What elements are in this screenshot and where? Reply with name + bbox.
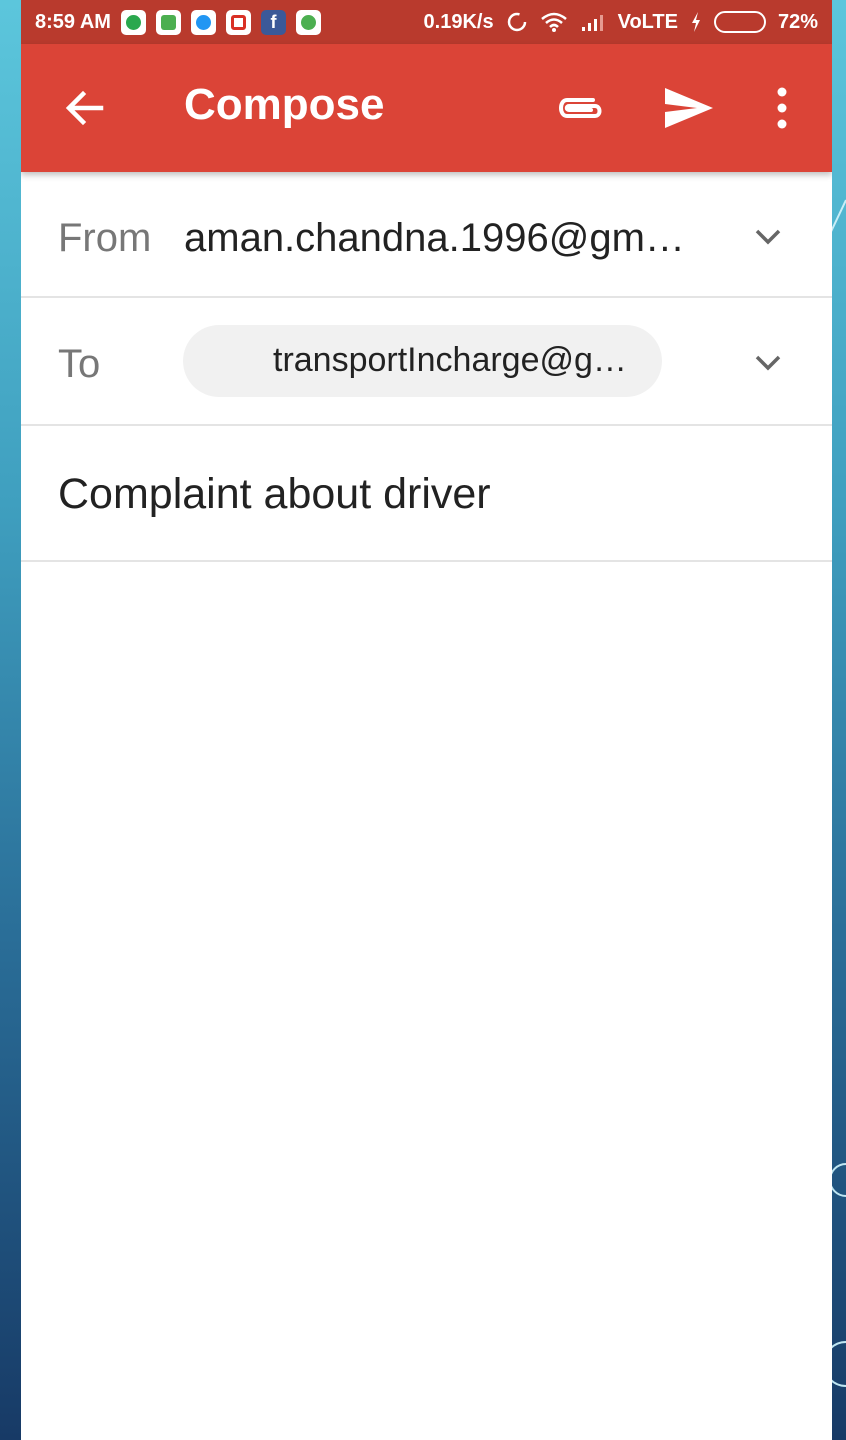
status-bar: 8:59 AM f 0.19K/s VoLTE 72%: [21, 0, 832, 44]
android-icon: [295, 9, 321, 35]
hangouts-icon: [120, 9, 146, 35]
to-label: To: [58, 342, 101, 386]
charging-icon: [691, 12, 700, 32]
from-field[interactable]: From aman.chandna.1996@gm…: [21, 172, 832, 298]
signal-icon: [581, 15, 603, 31]
facebook-icon: f: [260, 9, 286, 35]
subject-field[interactable]: Complaint about driver: [21, 426, 832, 562]
network-type: VoLTE: [617, 10, 678, 33]
send-icon[interactable]: [661, 84, 717, 132]
compose-body[interactable]: [21, 562, 832, 1440]
app-bar: Compose: [21, 44, 832, 172]
status-time: 8:59 AM: [35, 10, 111, 33]
subject-text[interactable]: Complaint about driver: [58, 470, 491, 519]
battery-percent: 72%: [777, 10, 818, 33]
recipient-email: transportIncharge@g…: [273, 341, 627, 379]
phone-screen: 8:59 AM f 0.19K/s VoLTE 72% Compose From…: [21, 0, 832, 1440]
to-field[interactable]: To transportIncharge@g…: [21, 298, 832, 426]
messenger-icon: [190, 9, 216, 35]
network-speed: 0.19K/s: [423, 10, 494, 33]
wifi-icon: [540, 12, 567, 32]
gmail-icon: [225, 9, 251, 35]
sim-icon: [155, 9, 181, 35]
recipient-chip[interactable]: transportIncharge@g…: [183, 325, 662, 397]
more-vert-icon[interactable]: [767, 84, 797, 132]
battery-icon: [713, 11, 766, 33]
from-label: From: [58, 216, 152, 260]
attach-icon[interactable]: [553, 86, 605, 130]
back-arrow-icon[interactable]: [61, 84, 109, 132]
chevron-down-icon[interactable]: [752, 346, 784, 378]
sync-icon: [507, 12, 526, 32]
chevron-down-icon[interactable]: [752, 220, 784, 252]
page-title: Compose: [184, 80, 385, 129]
from-account[interactable]: aman.chandna.1996@gm…: [184, 216, 685, 261]
